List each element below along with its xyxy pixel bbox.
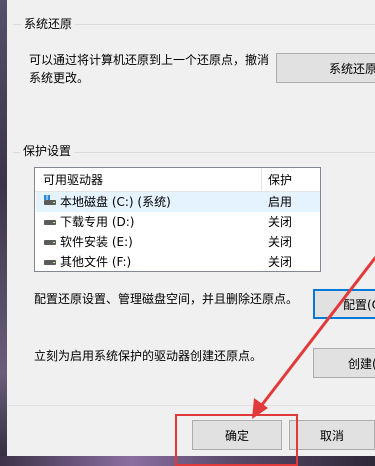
drive-protection-status: 关闭 bbox=[268, 235, 293, 249]
restore-description-line1: 可以通过将计算机还原到上一个还原点，撤消 bbox=[29, 53, 270, 67]
drive-protection-status: 关闭 bbox=[268, 215, 293, 229]
drive-name: 其他文件 (F:) bbox=[60, 255, 132, 269]
drive-row[interactable]: 软件安装 (E:) 关闭 bbox=[36, 232, 320, 252]
restore-group-title: 系统还原 bbox=[21, 15, 76, 33]
drives-listbox[interactable]: 可用驱动器 保护 本地磁盘 (C:) (系统) 启用 下载专用 (D:) 关闭 … bbox=[34, 167, 321, 272]
taskbar-background bbox=[0, 456, 375, 466]
create-description: 立刻为启用系统保护的驱动器创建还原点。 bbox=[34, 349, 263, 363]
desktop-background bbox=[0, 0, 7, 466]
restore-description-line2: 系统更改。 bbox=[29, 71, 90, 85]
column-separator bbox=[261, 168, 262, 191]
configure-button[interactable]: 配置(O)... bbox=[313, 289, 375, 319]
cancel-button[interactable]: 取消 bbox=[289, 420, 375, 450]
ok-button[interactable]: 确定 bbox=[192, 420, 282, 450]
drive-icon bbox=[44, 239, 56, 245]
configure-description: 配置还原设置、管理磁盘空间，并且删除还原点。 bbox=[34, 292, 299, 306]
system-restore-button[interactable]: 系统还原... bbox=[276, 53, 375, 83]
create-button[interactable]: 创建(C)... bbox=[313, 348, 375, 378]
drive-row[interactable]: 下载专用 (D:) 关闭 bbox=[36, 212, 320, 232]
drive-row[interactable]: 其他文件 (F:) 关闭 bbox=[36, 252, 320, 271]
drive-name: 本地磁盘 (C:) (系统) bbox=[60, 195, 171, 209]
column-header-protection[interactable]: 保护 bbox=[268, 171, 292, 188]
system-drive-icon bbox=[44, 195, 56, 205]
drive-protection-status: 启用 bbox=[268, 195, 293, 209]
drives-list-header: 可用驱动器 保护 bbox=[35, 168, 320, 192]
drive-row[interactable]: 本地磁盘 (C:) (系统) 启用 bbox=[36, 192, 320, 212]
drive-name: 软件安装 (E:) bbox=[60, 235, 133, 249]
footer-divider bbox=[7, 405, 375, 406]
drive-name: 下载专用 (D:) bbox=[60, 215, 135, 229]
drive-icon bbox=[44, 259, 56, 265]
protection-group-title: 保护设置 bbox=[20, 142, 75, 160]
system-properties-dialog: 系统还原 可以通过将计算机还原到上一个还原点，撤消 系统更改。 系统还原... … bbox=[7, 0, 375, 466]
column-header-drive[interactable]: 可用驱动器 bbox=[43, 171, 103, 188]
drive-protection-status: 关闭 bbox=[268, 255, 293, 269]
drive-icon bbox=[44, 219, 56, 225]
